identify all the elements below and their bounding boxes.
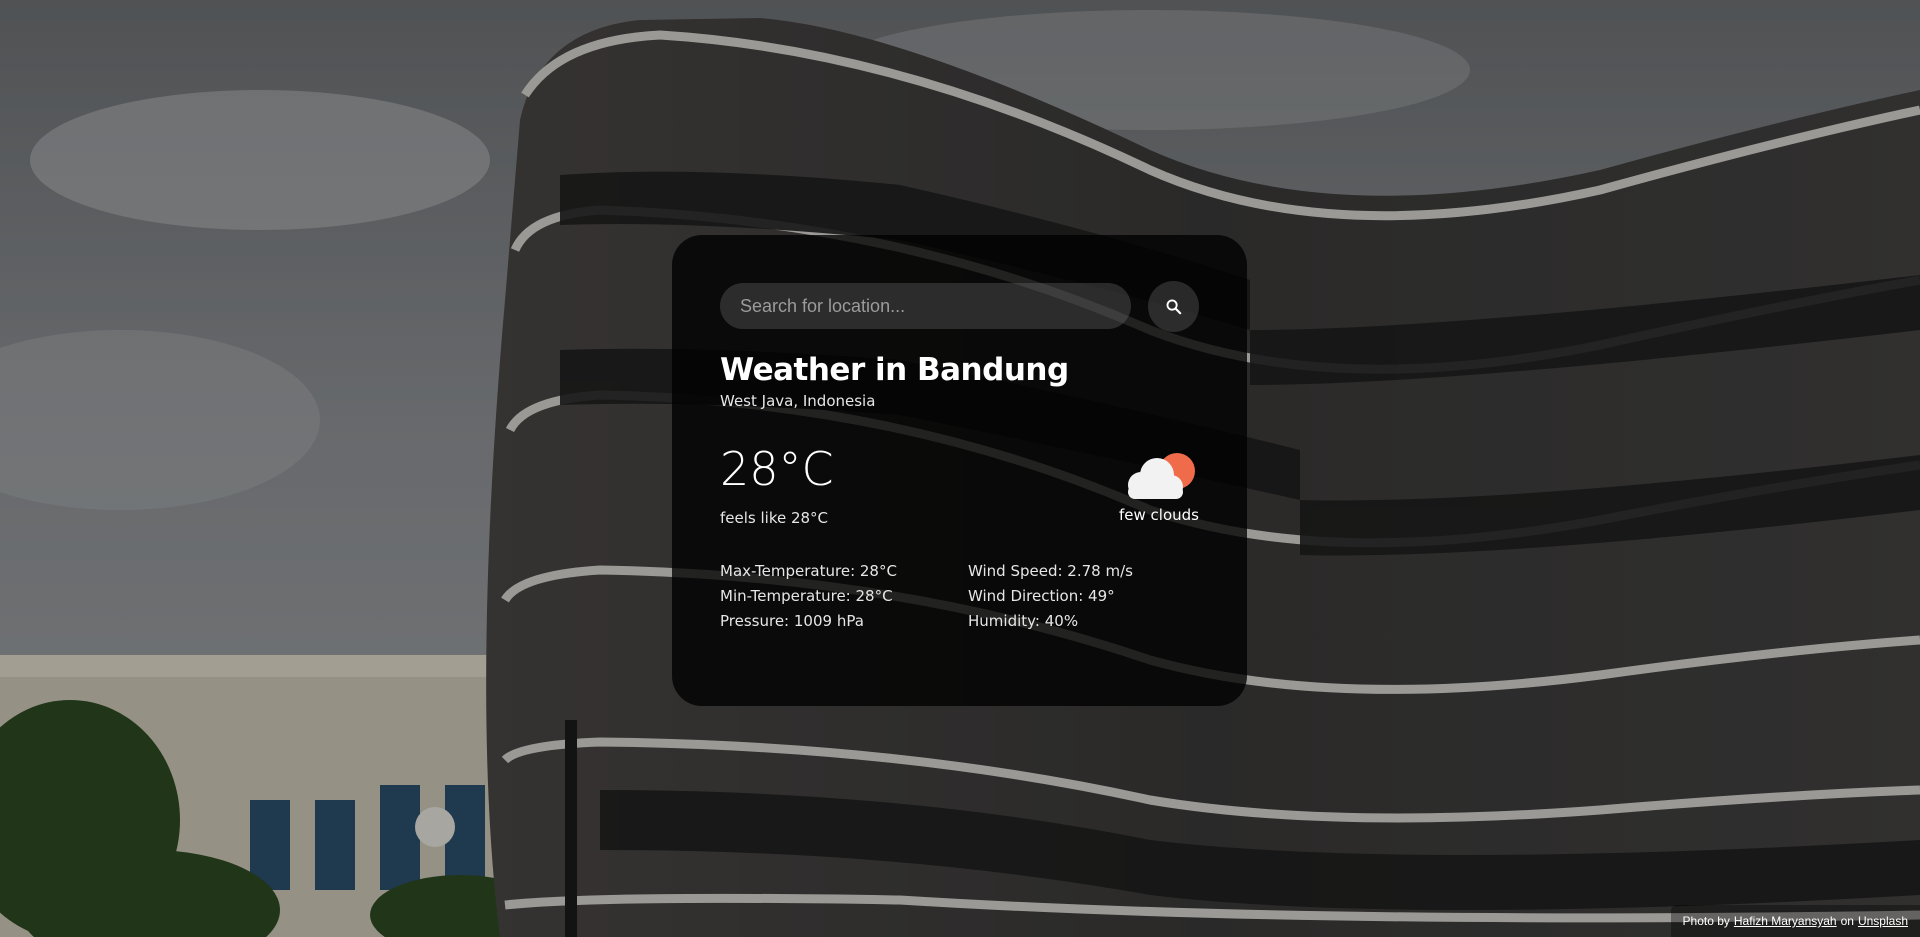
min-temperature: Min-Temperature: 28°C	[720, 587, 893, 605]
temperature-value: 28°C	[720, 442, 834, 496]
search-icon	[1166, 299, 1182, 314]
wind-speed: Wind Speed: 2.78 m/s	[968, 562, 1133, 580]
credit-joiner: on	[1840, 914, 1854, 928]
weather-details: Max-Temperature: 28°C Wind Speed: 2.78 m…	[720, 561, 1199, 631]
wind-direction: Wind Direction: 49°	[968, 587, 1115, 605]
search-bar	[720, 280, 1199, 332]
region-label: West Java, Indonesia	[720, 392, 876, 410]
photo-credit: Photo by Hafizh Maryansyah on Unsplash	[1670, 905, 1920, 937]
search-button[interactable]	[1148, 280, 1199, 332]
humidity: Humidity: 40%	[968, 612, 1079, 630]
credit-prefix: Photo by	[1682, 914, 1730, 928]
feels-like-label: feels like 28°C	[720, 509, 829, 527]
search-input[interactable]	[720, 283, 1132, 329]
pressure: Pressure: 1009 hPa	[720, 612, 864, 630]
max-temperature: Max-Temperature: 28°C	[720, 562, 897, 580]
current-conditions: 28°C feels like 28°C few clouds	[720, 441, 1199, 536]
author-link[interactable]: Hafizh Maryansyah	[1734, 914, 1837, 928]
condition-label: few clouds	[1119, 506, 1199, 524]
condition-block: few clouds	[1089, 449, 1199, 525]
few-clouds-icon	[1128, 453, 1195, 499]
weather-card: Weather in Bandung West Java, Indonesia …	[672, 235, 1247, 706]
city-title: Weather in Bandung	[720, 352, 1069, 388]
unsplash-link[interactable]: Unsplash	[1858, 914, 1908, 928]
